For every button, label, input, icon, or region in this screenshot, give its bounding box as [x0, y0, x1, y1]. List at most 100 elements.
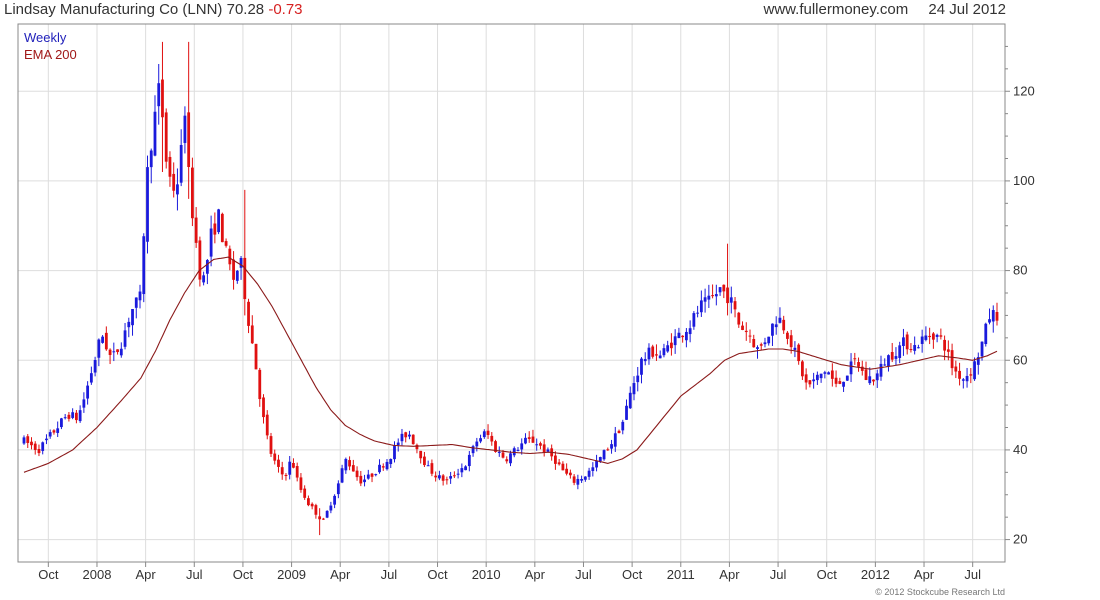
candle-body	[838, 381, 842, 384]
candle-body	[692, 313, 696, 327]
candle-body	[370, 473, 374, 477]
candle-body	[875, 373, 879, 381]
candle-body	[104, 332, 108, 350]
candle-body	[801, 361, 804, 377]
candle-body	[63, 417, 67, 419]
y-tick-label: 60	[1013, 352, 1027, 367]
x-tick-label: Apr	[525, 567, 546, 582]
candle-body	[497, 451, 501, 453]
candle-body	[606, 449, 610, 451]
candle-body	[643, 359, 647, 362]
candle-body	[86, 385, 90, 399]
candle-body	[845, 375, 849, 381]
candle-body	[340, 468, 344, 483]
candle-body	[520, 443, 524, 450]
x-tick-label: Oct	[817, 567, 838, 582]
candle-body	[351, 465, 355, 472]
candle-body	[250, 325, 254, 344]
candle-body	[172, 173, 176, 191]
candle-body	[348, 460, 351, 467]
plot-frame	[17, 23, 1006, 563]
candle-body	[995, 311, 999, 321]
x-tick-label: Jul	[381, 567, 398, 582]
candle-body	[74, 412, 78, 421]
candle-body	[726, 287, 729, 304]
candle-body	[961, 379, 965, 381]
y-axis-ticks: 20 40 60 80 100 120	[1005, 45, 1035, 547]
candle-body	[415, 444, 419, 450]
candle-body	[273, 453, 277, 461]
candle-body	[554, 455, 557, 464]
candle-body	[950, 350, 954, 369]
candle-body	[445, 479, 449, 481]
candle-body	[931, 333, 935, 340]
candle-body	[894, 356, 898, 359]
candle-body	[452, 475, 456, 477]
candle-body	[149, 150, 153, 168]
candle-body	[628, 392, 632, 409]
candle-body	[194, 217, 198, 243]
candle-body	[984, 323, 988, 345]
candle-body	[722, 284, 726, 292]
candle-body	[378, 464, 381, 473]
candle-body	[456, 473, 460, 475]
candle-body	[336, 483, 340, 495]
candle-body	[733, 301, 737, 310]
x-axis-ticks: Oct 2008 Apr Jul Oct 2009 Apr Jul Oct 2010 Apr Jul O…	[38, 562, 981, 582]
candle-body	[501, 452, 505, 458]
candle-body	[292, 462, 295, 468]
candle-body	[939, 335, 943, 337]
candle-body	[793, 347, 797, 350]
candle-body	[763, 342, 767, 345]
candlestick-series	[22, 41, 999, 536]
candle-body	[909, 348, 913, 351]
candle-body	[187, 112, 191, 167]
candle-body	[688, 328, 692, 335]
candle-body	[179, 145, 183, 183]
candle-body	[509, 453, 512, 464]
candle-body	[684, 331, 688, 341]
candle-body	[198, 240, 202, 280]
candle-body	[220, 213, 224, 243]
candle-body	[138, 291, 142, 301]
candle-body	[30, 441, 33, 446]
candle-body	[920, 336, 924, 344]
x-tick-label: Apr	[330, 567, 351, 582]
candle-body	[819, 373, 823, 379]
candle-body	[82, 399, 86, 408]
candle-body	[924, 335, 928, 340]
candle-body	[744, 330, 748, 333]
candle-body	[782, 319, 786, 331]
candle-body	[917, 347, 920, 349]
candle-body	[389, 458, 393, 465]
candle-body	[479, 438, 482, 442]
candle-body	[22, 437, 26, 444]
candle-body	[786, 332, 789, 339]
grid-lines	[18, 24, 1005, 562]
x-tick-label: Oct	[38, 567, 59, 582]
candle-body	[325, 510, 329, 518]
candle-body	[288, 461, 292, 475]
candle-body	[778, 317, 782, 323]
candle-body	[827, 372, 830, 375]
candle-body	[505, 459, 509, 462]
candle-body	[902, 337, 905, 346]
candle-body	[647, 347, 651, 360]
y-tick-label: 40	[1013, 442, 1027, 457]
candle-body	[482, 431, 486, 438]
candle-body	[830, 370, 834, 379]
candle-body	[666, 345, 670, 352]
candle-body	[183, 115, 187, 143]
candle-body	[213, 223, 217, 235]
candle-body	[524, 437, 527, 444]
x-tick-label: 2012	[861, 567, 890, 582]
candle-body	[393, 446, 396, 460]
candle-body	[404, 432, 408, 438]
candle-body	[797, 344, 801, 362]
candle-body	[408, 434, 411, 437]
candle-body	[561, 463, 565, 471]
candle-body	[954, 366, 958, 372]
candle-body	[119, 348, 123, 356]
candle-body	[419, 450, 423, 459]
candle-body	[67, 414, 71, 419]
